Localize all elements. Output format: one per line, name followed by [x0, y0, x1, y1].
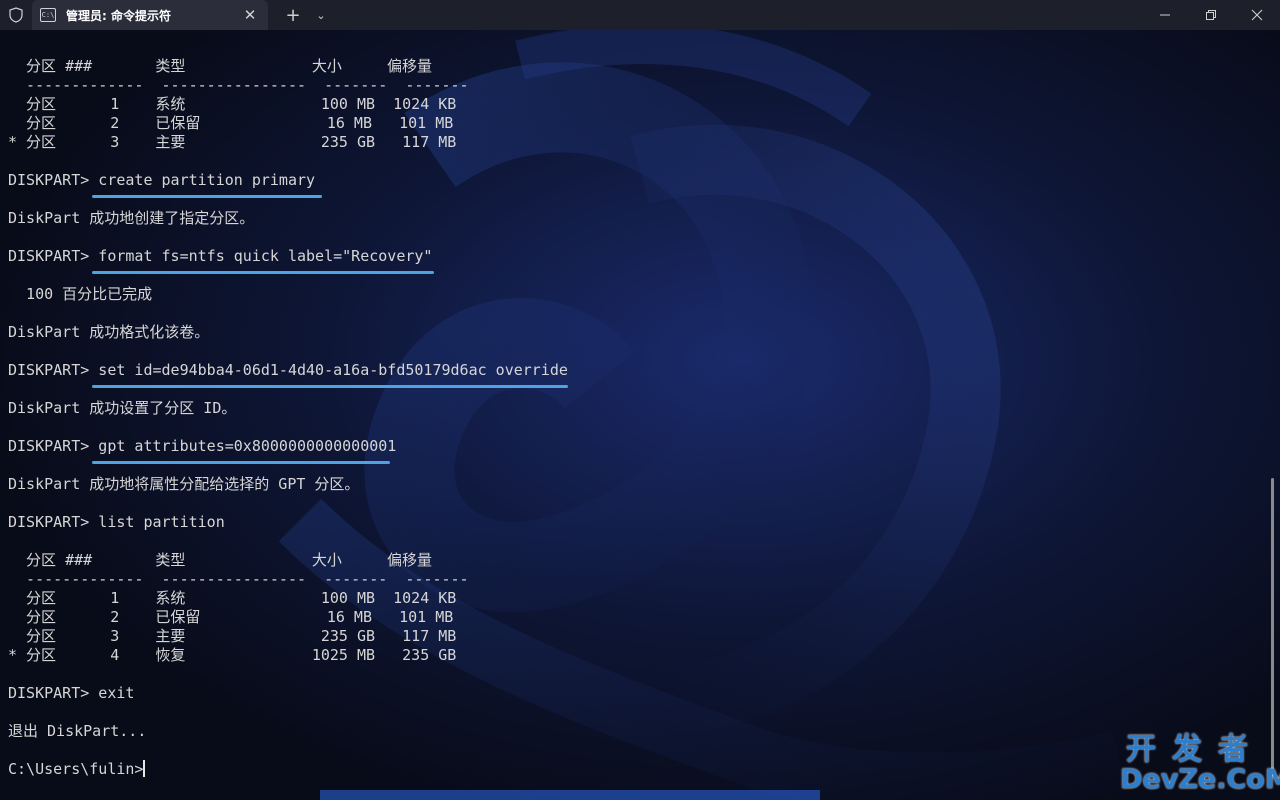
terminal-line-text: DiskPart 成功地将属性分配给选择的 GPT 分区。 — [8, 475, 360, 493]
shield-icon — [0, 0, 32, 30]
new-tab-button[interactable]: + — [278, 5, 308, 26]
annotation-underline — [92, 195, 322, 198]
terminal-line-text: DiskPart 成功设置了分区 ID。 — [8, 399, 237, 417]
terminal-line-text: 分区 1 系统 100 MB 1024 KB — [8, 589, 457, 607]
restore-icon — [1206, 10, 1216, 20]
terminal-line-text: DISKPART> format fs=ntfs quick label="Re… — [8, 247, 433, 265]
terminal-line-text: DISKPART> list partition — [8, 513, 225, 531]
terminal-line-text: DISKPART> set id=de94bba4-06d1-4d40-a16a… — [8, 361, 568, 379]
terminal-line: DiskPart 成功设置了分区 ID。 — [0, 399, 1270, 418]
minimize-button[interactable] — [1142, 0, 1188, 30]
watermark-bottom: DevZe.CoM — [1120, 764, 1280, 795]
terminal-line-text: DISKPART> gpt attributes=0x8000000000000… — [8, 437, 397, 455]
scrollbar[interactable] — [1271, 478, 1274, 776]
terminal-line: 分区 3 主要 235 GB 117 MB — [0, 627, 1270, 646]
terminal-line-text: 分区 2 已保留 16 MB 101 MB — [8, 114, 454, 132]
annotation-underline — [92, 385, 568, 388]
terminal-line-text: C:\Users\fulin> — [8, 760, 144, 778]
terminal-line-text: 分区 3 主要 235 GB 117 MB — [8, 627, 457, 645]
terminal-line: 退出 DiskPart... — [0, 722, 1270, 741]
terminal-line: * 分区 4 恢复 1025 MB 235 GB — [0, 646, 1270, 665]
close-tab-icon[interactable]: ✕ — [240, 6, 260, 24]
terminal-line: DISKPART> set id=de94bba4-06d1-4d40-a16a… — [0, 361, 1270, 380]
terminal-line-text: DiskPart 成功格式化该卷。 — [8, 323, 210, 341]
terminal-line: DISKPART> create partition primary — [0, 171, 1270, 190]
watermark-top: 开发者 — [1126, 732, 1264, 767]
terminal-line: * 分区 3 主要 235 GB 117 MB — [0, 133, 1270, 152]
terminal-line: DISKPART> list partition — [0, 513, 1270, 532]
terminal-line: DiskPart 成功地创建了指定分区。 — [0, 209, 1270, 228]
terminal-line: C:\Users\fulin> — [0, 760, 1270, 779]
terminal-line-text: 退出 DiskPart... — [8, 722, 147, 740]
title-bar: C:\ 管理员: 命令提示符 ✕ + ⌄ — [0, 0, 1280, 30]
terminal-line-text: 100 百分比已完成 — [8, 285, 153, 303]
terminal-line-text: DISKPART> create partition primary — [8, 171, 316, 189]
watermark-logo: 开发者 DevZe.CoM — [1120, 732, 1280, 795]
chevron-down-icon[interactable]: ⌄ — [308, 9, 334, 22]
terminal-tab[interactable]: C:\ 管理员: 命令提示符 ✕ — [32, 0, 268, 30]
tab-title: 管理员: 命令提示符 — [66, 8, 171, 23]
close-window-button[interactable] — [1234, 0, 1280, 30]
terminal-line-text: * 分区 4 恢复 1025 MB 235 GB — [8, 646, 457, 664]
terminal-line: ------------- ---------------- ------- -… — [0, 570, 1270, 589]
restore-button[interactable] — [1188, 0, 1234, 30]
annotation-underline — [92, 271, 434, 274]
terminal-line: 分区 2 已保留 16 MB 101 MB — [0, 114, 1270, 133]
terminal-line: 分区 ### 类型 大小 偏移量 — [0, 551, 1270, 570]
terminal-line-text: ------------- ---------------- ------- -… — [8, 570, 469, 588]
terminal-line: ------------- ---------------- ------- -… — [0, 76, 1270, 95]
cmd-icon: C:\ — [40, 8, 56, 22]
terminal-line: DiskPart 成功格式化该卷。 — [0, 323, 1270, 342]
minimize-icon — [1160, 14, 1170, 16]
terminal-line-text: DiskPart 成功地创建了指定分区。 — [8, 209, 255, 227]
terminal-line: DiskPart 成功地将属性分配给选择的 GPT 分区。 — [0, 475, 1270, 494]
text-cursor — [143, 760, 146, 777]
terminal-line-text: DISKPART> exit — [8, 684, 135, 702]
terminal-line-text: 分区 2 已保留 16 MB 101 MB — [8, 608, 454, 626]
terminal-line: 分区 2 已保留 16 MB 101 MB — [0, 608, 1270, 627]
terminal-line-text: * 分区 3 主要 235 GB 117 MB — [8, 133, 457, 151]
terminal-line-text: 分区 1 系统 100 MB 1024 KB — [8, 95, 457, 113]
terminal-line: DISKPART> exit — [0, 684, 1270, 703]
terminal-line: 100 百分比已完成 — [0, 285, 1270, 304]
terminal-line: 分区 1 系统 100 MB 1024 KB — [0, 589, 1270, 608]
terminal-line: DISKPART> gpt attributes=0x8000000000000… — [0, 437, 1270, 456]
terminal-line-text: 分区 ### 类型 大小 偏移量 — [8, 551, 432, 569]
terminal-line: 分区 1 系统 100 MB 1024 KB — [0, 95, 1270, 114]
terminal-output[interactable]: 分区 ### 类型 大小 偏移量 ------------- ---------… — [0, 57, 1270, 779]
terminal-line: DISKPART> format fs=ntfs quick label="Re… — [0, 247, 1270, 266]
terminal-line-text: ------------- ---------------- ------- -… — [8, 76, 469, 94]
terminal-line: 分区 ### 类型 大小 偏移量 — [0, 57, 1270, 76]
close-icon — [1251, 9, 1263, 21]
annotation-underline — [92, 461, 390, 464]
terminal-line-text: 分区 ### 类型 大小 偏移量 — [8, 57, 432, 75]
